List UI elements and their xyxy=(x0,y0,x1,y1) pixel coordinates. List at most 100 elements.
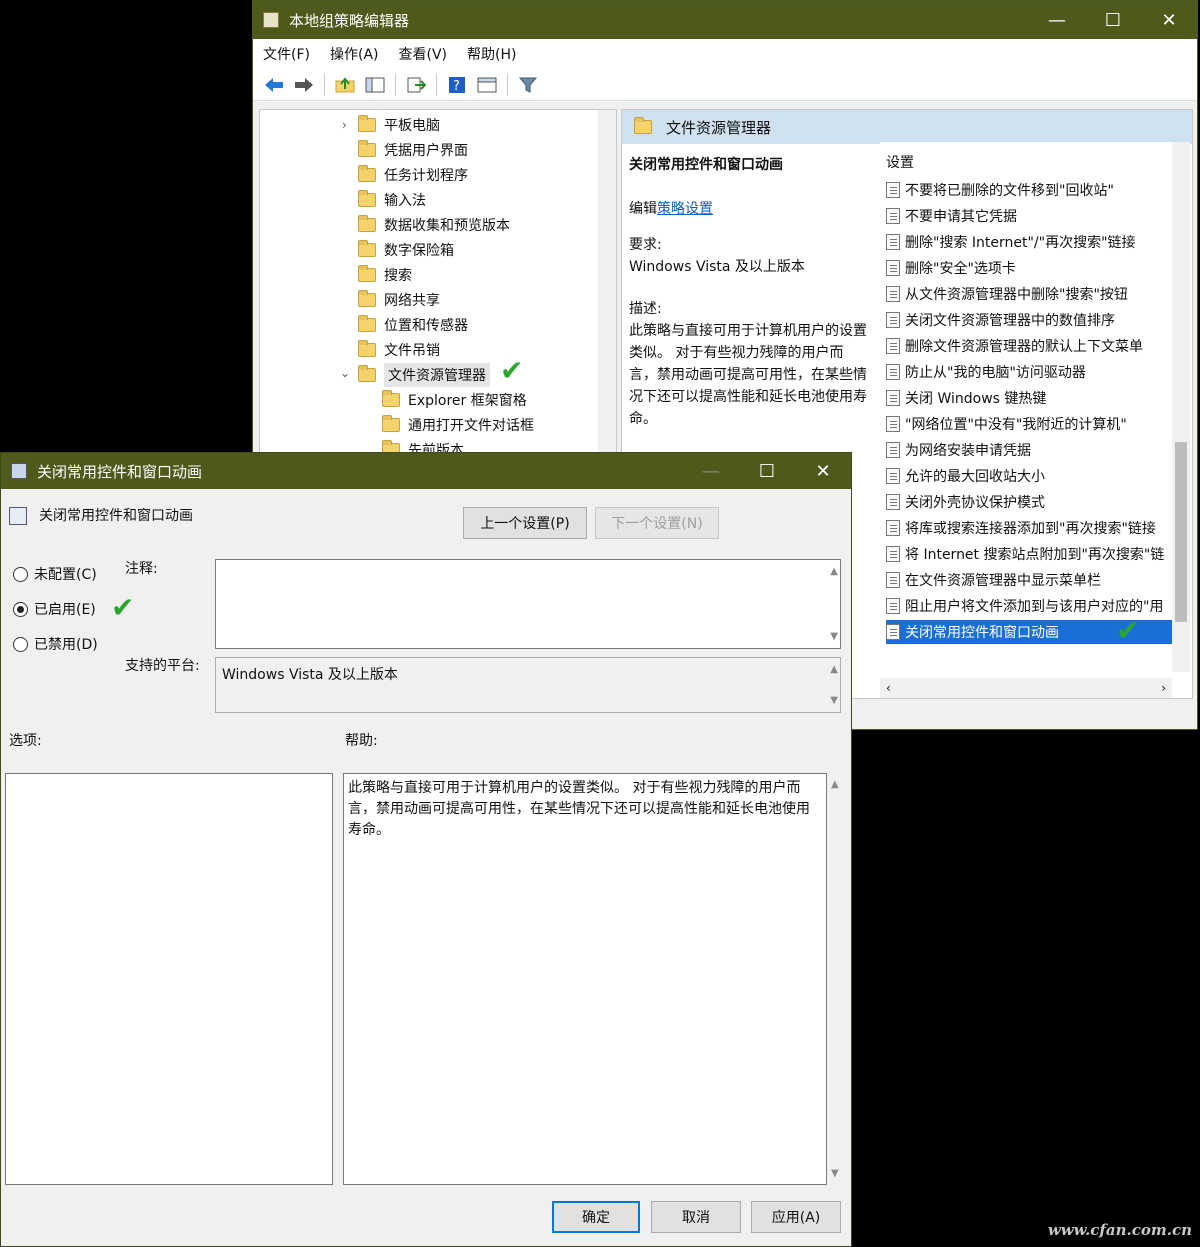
filter-icon[interactable] xyxy=(516,73,540,97)
expand-chevron-icon[interactable]: › xyxy=(342,118,347,132)
setting-label: 不要将已删除的文件移到"回收站" xyxy=(905,183,1114,199)
tree-item[interactable]: 凭据用户界面 xyxy=(358,137,468,162)
setting-label: 关闭文件资源管理器中的数值排序 xyxy=(905,313,1115,329)
list-item[interactable]: 不要将已删除的文件移到"回收站" xyxy=(886,178,1176,202)
export-list-icon[interactable] xyxy=(404,73,428,97)
list-item[interactable]: 允许的最大回收站大小 xyxy=(886,464,1176,488)
policy-setting-icon xyxy=(886,390,900,406)
tree-item[interactable]: 网络共享 xyxy=(358,287,440,312)
scroll-up-icon[interactable]: ▲ xyxy=(830,566,838,577)
tree-item[interactable]: 文件吊销 xyxy=(358,337,440,362)
menu-action[interactable]: 操作(A) xyxy=(330,44,379,64)
tree-item-label: 搜索 xyxy=(384,267,412,284)
apply-button[interactable]: 应用(A) xyxy=(751,1201,841,1233)
folder-icon xyxy=(358,189,376,207)
settings-column-header[interactable]: 设置 xyxy=(886,152,914,172)
dialog-titlebar[interactable]: 关闭常用控件和窗口动画 — ☐ ✕ xyxy=(1,453,851,489)
list-item[interactable]: 防止从"我的电脑"访问驱动器 xyxy=(886,360,1176,384)
dialog-maximize-button[interactable]: ☐ xyxy=(739,453,795,489)
list-item[interactable]: 不要申请其它凭据 xyxy=(886,204,1176,228)
scrollbar-thumb[interactable] xyxy=(1175,442,1187,622)
tree-item-file-explorer[interactable]: 文件资源管理器 xyxy=(358,362,490,387)
dialog-close-button[interactable]: ✕ xyxy=(795,453,851,489)
back-icon[interactable] xyxy=(262,73,286,97)
list-item[interactable]: 删除文件资源管理器的默认上下文菜单 xyxy=(886,334,1176,358)
main-titlebar[interactable]: 本地组策略编辑器 — ☐ ✕ xyxy=(253,1,1197,39)
scroll-down-icon[interactable]: ▼ xyxy=(830,631,838,642)
radio-disabled[interactable]: 已禁用(D) xyxy=(13,634,98,654)
help-scrollbar[interactable]: ▲ ▼ xyxy=(827,773,845,1185)
platform-field: Windows Vista 及以上版本 ▲ ▼ xyxy=(215,657,841,713)
list-item[interactable]: 从文件资源管理器中删除"搜索"按钮 xyxy=(886,282,1176,306)
scroll-left-icon[interactable]: ‹ xyxy=(886,681,891,695)
list-item[interactable]: "网络位置"中没有"我附近的计算机" xyxy=(886,412,1176,436)
list-item[interactable]: 在文件资源管理器中显示菜单栏 xyxy=(886,568,1176,592)
radio-circle-selected[interactable] xyxy=(13,601,28,617)
folder-icon xyxy=(358,289,376,307)
settings-horizontal-scrollbar[interactable]: ‹ › xyxy=(880,678,1172,698)
policy-setting-icon xyxy=(886,572,900,588)
tree-item[interactable]: 搜索 xyxy=(358,262,412,287)
radio-circle[interactable] xyxy=(13,566,28,582)
setting-label: 在文件资源管理器中显示菜单栏 xyxy=(905,573,1101,589)
edit-policy-link[interactable]: 策略设置 xyxy=(657,201,713,217)
setting-label: 从文件资源管理器中删除"搜索"按钮 xyxy=(905,287,1128,303)
policy-setting-icon xyxy=(886,624,900,640)
scroll-down-icon[interactable]: ▼ xyxy=(831,1168,839,1179)
dialog-minimize-button[interactable]: — xyxy=(683,453,739,489)
dialog-policy-name: 关闭常用控件和窗口动画 xyxy=(39,508,193,524)
scroll-right-icon[interactable]: › xyxy=(1161,681,1166,695)
radio-enabled[interactable]: 已启用(E) xyxy=(13,599,96,619)
options-label: 选项: xyxy=(9,733,42,749)
svg-text:?: ? xyxy=(453,79,460,94)
help-icon[interactable]: ? xyxy=(445,73,469,97)
maximize-button[interactable]: ☐ xyxy=(1085,1,1141,39)
comment-textarea[interactable]: ▲ ▼ xyxy=(215,559,841,649)
tree-item[interactable]: 数据收集和预览版本 xyxy=(358,212,510,237)
scroll-up-icon[interactable]: ▲ xyxy=(831,779,839,790)
list-item[interactable]: 删除"安全"选项卡 xyxy=(886,256,1176,280)
menu-file[interactable]: 文件(F) xyxy=(263,44,310,64)
cancel-button[interactable]: 取消 xyxy=(651,1201,741,1233)
tree-item[interactable]: 数字保险箱 xyxy=(358,237,454,262)
close-button[interactable]: ✕ xyxy=(1141,1,1197,39)
up-folder-icon[interactable] xyxy=(333,73,357,97)
menu-help[interactable]: 帮助(H) xyxy=(467,44,516,64)
tree-item[interactable]: 通用打开文件对话框 xyxy=(382,412,534,437)
show-hide-tree-icon[interactable] xyxy=(363,73,387,97)
radio-not-configured[interactable]: 未配置(C) xyxy=(13,564,97,584)
tree-item[interactable]: 任务计划程序 xyxy=(358,162,468,187)
setting-label: 关闭 Windows 键热键 xyxy=(905,391,1047,407)
menu-view[interactable]: 查看(V) xyxy=(399,44,448,64)
radio-circle[interactable] xyxy=(13,636,28,652)
setting-label: "网络位置"中没有"我附近的计算机" xyxy=(905,417,1127,433)
tree-scrollbar[interactable] xyxy=(598,110,616,453)
settings-vertical-scrollbar[interactable] xyxy=(1172,142,1190,672)
collapse-chevron-icon[interactable]: ⌄ xyxy=(340,366,350,380)
view-icon[interactable] xyxy=(475,73,499,97)
list-item[interactable]: 关闭外壳协议保护模式 xyxy=(886,490,1176,514)
setting-label: 关闭常用控件和窗口动画 xyxy=(905,625,1059,641)
list-item[interactable]: 关闭 Windows 键热键 xyxy=(886,386,1176,410)
scroll-down-icon[interactable]: ▼ xyxy=(830,695,838,706)
list-item[interactable]: 删除"搜索 Internet"/"再次搜索"链接 xyxy=(886,230,1176,254)
policy-setting-icon xyxy=(886,182,900,198)
toolbar: ? xyxy=(253,69,1197,101)
list-item[interactable]: 将库或搜索连接器添加到"再次搜索"链接 xyxy=(886,516,1176,540)
dialog-app-icon xyxy=(11,463,27,479)
scroll-up-icon[interactable]: ▲ xyxy=(830,664,838,675)
list-item[interactable]: 关闭文件资源管理器中的数值排序 xyxy=(886,308,1176,332)
forward-icon[interactable] xyxy=(292,73,316,97)
tree-item[interactable]: 平板电脑 xyxy=(358,112,440,137)
previous-setting-button[interactable]: 上一个设置(P) xyxy=(463,507,587,539)
next-setting-button[interactable]: 下一个设置(N) xyxy=(595,507,719,539)
setting-label: 不要申请其它凭据 xyxy=(905,209,1017,225)
tree-item[interactable]: Explorer 框架窗格 xyxy=(382,387,527,412)
tree-item[interactable]: 输入法 xyxy=(358,187,426,212)
ok-button[interactable]: 确定 xyxy=(552,1201,640,1233)
tree-item-label: Explorer 框架窗格 xyxy=(408,392,527,409)
minimize-button[interactable]: — xyxy=(1029,1,1085,39)
list-item[interactable]: 为网络安装申请凭据 xyxy=(886,438,1176,462)
list-item[interactable]: 将 Internet 搜索站点附加到"再次搜索"链 xyxy=(886,542,1176,566)
tree-item[interactable]: 位置和传感器 xyxy=(358,312,468,337)
